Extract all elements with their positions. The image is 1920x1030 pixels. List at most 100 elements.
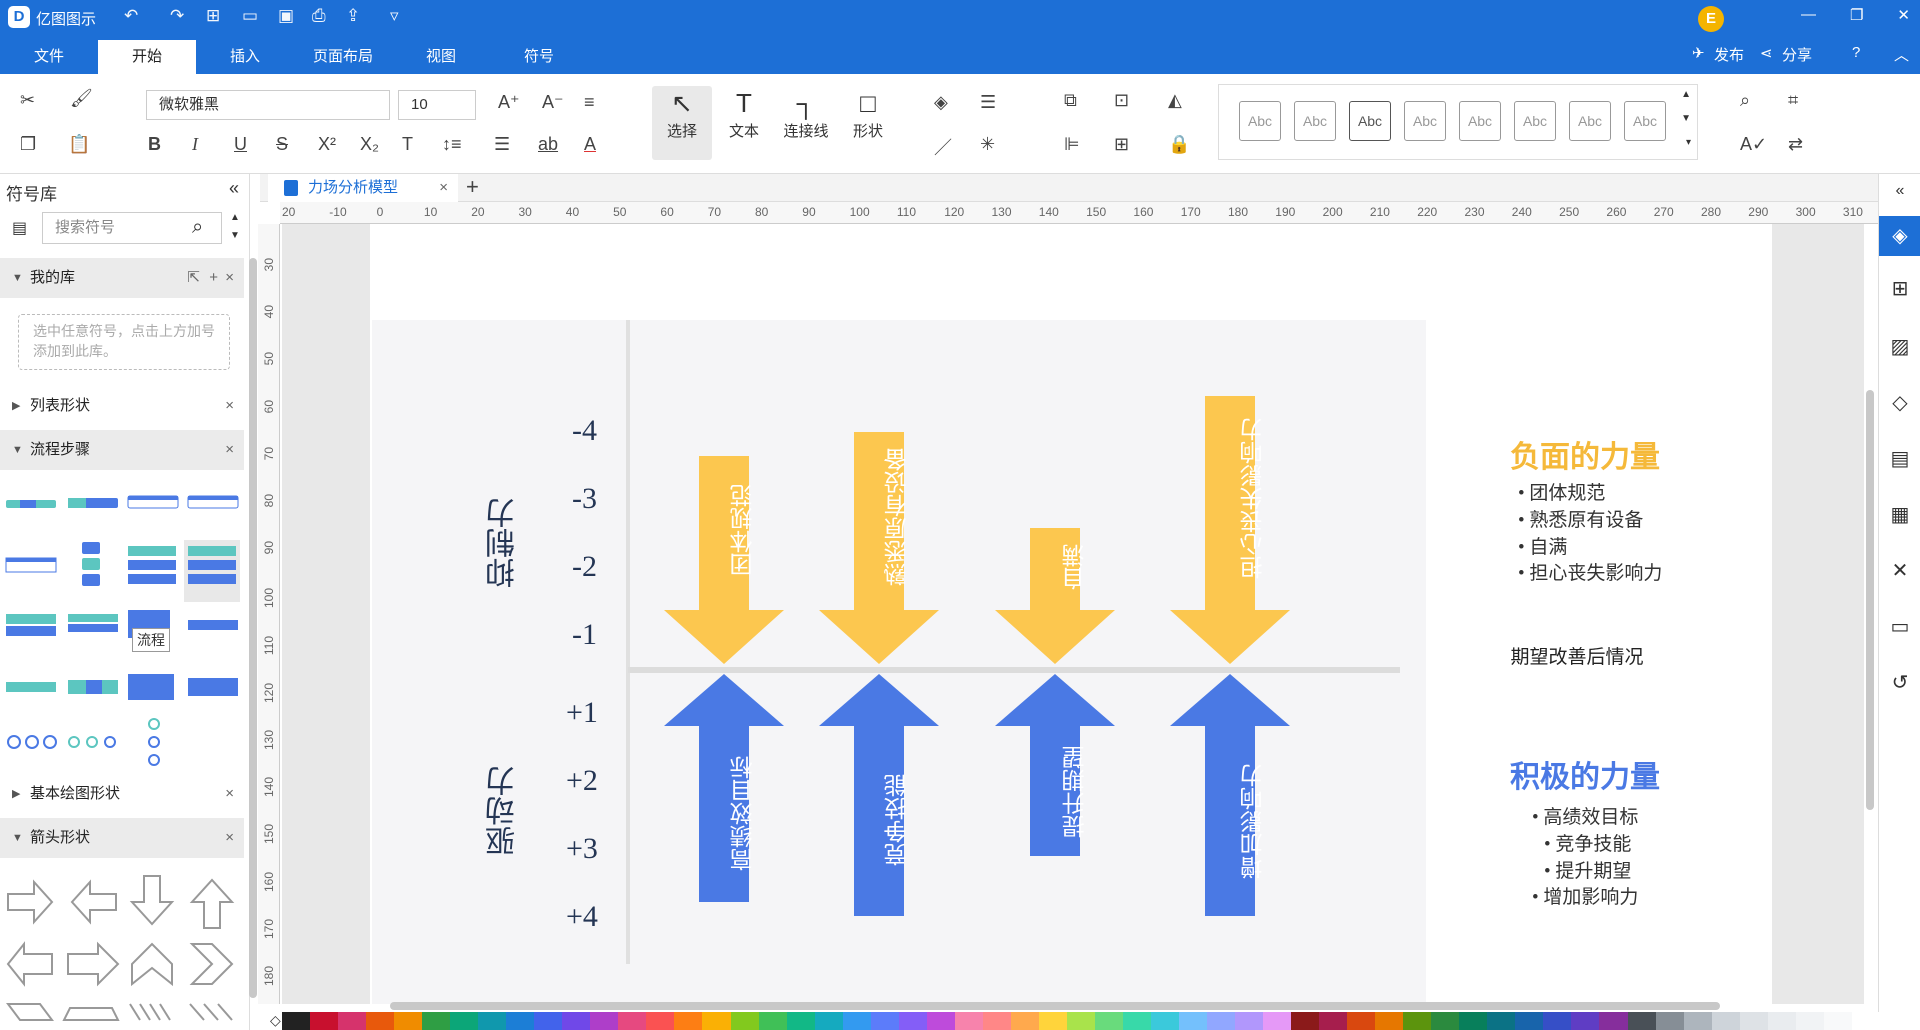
menu-file[interactable]: 文件 [0,40,98,74]
color-swatch[interactable] [1010,1012,1039,1030]
color-swatch[interactable] [1207,1012,1236,1030]
export-icon[interactable]: ⇪ [346,6,360,26]
arrange-icon[interactable]: ⧉ [1064,90,1077,111]
color-swatch[interactable] [282,1012,311,1030]
color-swatch[interactable] [1487,1012,1516,1030]
color-swatch[interactable] [1627,1012,1656,1030]
align-icon[interactable]: ≡ [584,92,595,113]
page-icon[interactable]: ▤ [1887,446,1913,472]
group-flow-steps[interactable]: ▼ 流程步骤 × [0,430,244,470]
share-button[interactable]: 分享 [1782,44,1812,65]
save-icon[interactable]: ▣ [278,6,294,26]
open-icon[interactable]: ▭ [242,6,258,26]
fill-icon[interactable]: ◈ [934,92,948,113]
underline-icon[interactable]: U [234,134,247,155]
print-icon[interactable]: ⎙ [312,6,326,26]
new-tab-icon[interactable]: + [466,174,479,200]
customize-icon[interactable]: ▿ [390,6,399,26]
history-icon[interactable]: ↺ [1887,670,1913,696]
style-sample[interactable]: Abc [1404,101,1446,141]
menu-symbol[interactable]: 符号 [490,40,588,74]
menu-view[interactable]: 视图 [392,40,490,74]
color-swatch[interactable] [590,1012,619,1030]
color-swatch[interactable] [898,1012,927,1030]
format-painter-icon[interactable]: 🖌 [70,88,93,109]
color-palette[interactable] [282,1012,1880,1030]
publish-button[interactable]: 发布 [1714,44,1744,65]
negative-force-arrow[interactable] [1170,396,1290,664]
style-sample[interactable]: Abc [1294,101,1336,141]
collapse-ribbon-icon[interactable]: ︿ [1894,44,1909,65]
canvas-vertical-scrollbar[interactable] [1866,390,1874,810]
gallery-down-icon[interactable]: ▼ [1681,113,1691,124]
presentation-icon[interactable]: ▭ [1887,614,1913,640]
color-swatch[interactable] [506,1012,535,1030]
color-swatch[interactable] [702,1012,731,1030]
close-icon[interactable]: × [225,386,234,426]
line-style-icon[interactable]: ☰ [980,92,996,113]
image-icon[interactable]: ▨ [1887,334,1913,360]
color-swatch[interactable] [1263,1012,1292,1030]
color-swatch[interactable] [1375,1012,1404,1030]
close-icon[interactable]: × [225,430,234,470]
color-swatch[interactable] [1795,1012,1824,1030]
color-swatch[interactable] [1459,1012,1488,1030]
close-icon[interactable]: ✕ [1897,6,1910,24]
color-swatch[interactable] [1767,1012,1796,1030]
color-swatch[interactable] [870,1012,899,1030]
avatar[interactable]: E [1698,6,1724,32]
find-icon[interactable]: ⌕ [1740,90,1750,111]
search-icon[interactable]: ⌕ [192,216,203,239]
style-sample[interactable]: Abc [1514,101,1556,141]
color-swatch[interactable] [478,1012,507,1030]
color-swatch[interactable] [1739,1012,1768,1030]
gallery-up-icon[interactable]: ▲ [1681,89,1691,100]
group-basic-shapes[interactable]: ▶ 基本绘图形状 × [0,774,244,814]
color-swatch[interactable] [1291,1012,1320,1030]
color-swatch[interactable] [1571,1012,1600,1030]
color-swatch[interactable] [534,1012,563,1030]
positive-force-arrow[interactable] [995,674,1115,856]
color-swatch[interactable] [842,1012,871,1030]
shrink-font-icon[interactable]: A⁻ [542,92,564,113]
fill-bucket-icon[interactable]: ◇ [270,1012,281,1029]
canvas-horizontal-scrollbar[interactable] [390,1002,1720,1010]
expand-panel-icon[interactable]: « [1887,182,1913,208]
gallery-more-icon[interactable]: ▾ [1686,137,1691,148]
highlight-icon[interactable]: ab [538,134,558,155]
color-swatch[interactable] [1543,1012,1572,1030]
flip-icon[interactable]: ◭ [1168,90,1182,111]
color-swatch[interactable] [1066,1012,1095,1030]
color-swatch[interactable] [422,1012,451,1030]
publish-icon[interactable]: ✈ [1692,44,1705,62]
close-icon[interactable]: × [225,818,234,858]
collapse-panel-icon[interactable]: « [229,178,239,199]
library-menu-icon[interactable]: ▤ [12,218,27,238]
flow-steps-gallery[interactable] [0,474,244,770]
color-swatch[interactable] [1515,1012,1544,1030]
group-list-shapes[interactable]: ▶ 列表形状 × [0,386,244,426]
crop-icon[interactable]: ⌗ [1788,90,1798,111]
color-swatch[interactable] [310,1012,339,1030]
style-sample[interactable]: Abc [1349,101,1391,141]
grow-font-icon[interactable]: A⁺ [498,92,520,113]
menu-home[interactable]: 开始 [98,40,196,74]
group-icon[interactable]: ⊡ [1114,90,1129,111]
new-icon[interactable]: ⊞ [206,6,220,26]
lock-icon[interactable]: 🔒 [1168,134,1190,155]
restore-icon[interactable]: ❐ [1850,6,1863,24]
color-swatch[interactable] [1711,1012,1740,1030]
color-swatch[interactable] [1599,1012,1628,1030]
color-swatch[interactable] [394,1012,423,1030]
color-swatch[interactable] [1431,1012,1460,1030]
scroll-up-icon[interactable]: ▲ [230,212,240,223]
text-tool[interactable]: T 文本 [714,86,774,160]
font-family-select[interactable]: 微软雅黑 [146,90,390,120]
help-icon[interactable]: ? [1852,44,1860,61]
color-swatch[interactable] [562,1012,591,1030]
theme-icon[interactable]: ⊞ [1887,276,1913,302]
bold-icon[interactable]: B [148,134,161,155]
spell-check-icon[interactable]: A✓ [1740,134,1767,155]
import-icon[interactable]: ⇱ [187,258,200,298]
color-swatch[interactable] [758,1012,787,1030]
